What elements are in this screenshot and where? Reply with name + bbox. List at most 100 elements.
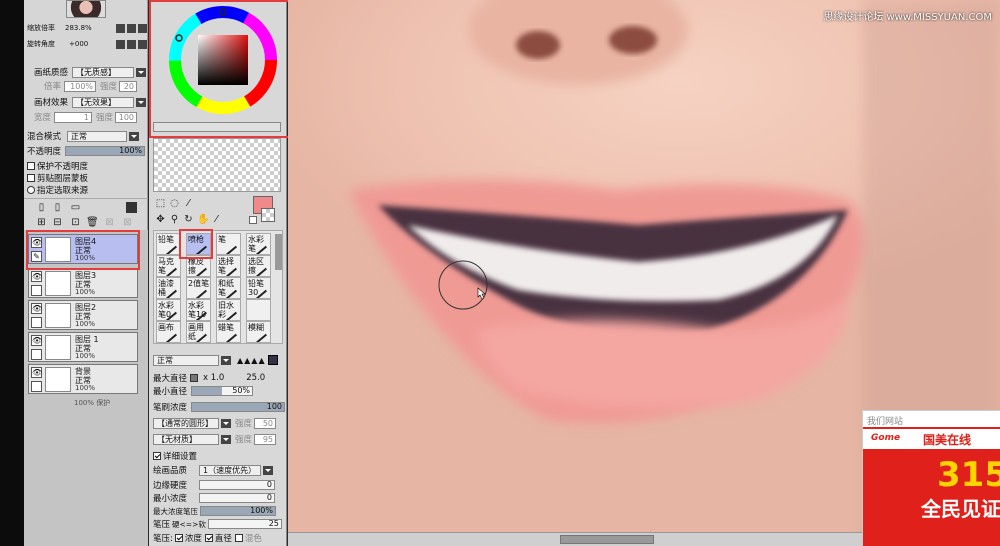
draw-mode-dropdown[interactable]: 正常 bbox=[153, 354, 219, 366]
layer-mask-icon[interactable] bbox=[126, 202, 137, 213]
selection-source-radio[interactable] bbox=[27, 186, 35, 194]
lock-box[interactable] bbox=[31, 349, 42, 360]
layer-option-icon[interactable]: ⊠ bbox=[104, 217, 115, 228]
brush-slot[interactable]: 铅笔 bbox=[156, 233, 181, 255]
density-slider[interactable]: 100 bbox=[191, 402, 286, 412]
min-size-slider[interactable]: 50% bbox=[191, 386, 254, 396]
detail-settings-row[interactable]: 详细设置 bbox=[153, 450, 286, 462]
brush-shape-presets[interactable]: ▲▲▲▲ bbox=[237, 356, 266, 365]
color-swatch-area[interactable] bbox=[153, 138, 281, 192]
layer-item[interactable]: 👁 背景 正常 100% bbox=[28, 364, 138, 394]
blend-mode-dropdown-button[interactable] bbox=[129, 131, 140, 141]
layer-option2-icon[interactable]: ⊠ bbox=[122, 217, 133, 228]
eye-icon[interactable]: 👁 bbox=[31, 335, 42, 346]
protect-opacity-row[interactable]: 保护不透明度 bbox=[27, 160, 147, 172]
layer-item[interactable]: 👁 图层 1 正常 100% bbox=[28, 332, 138, 362]
eye-icon[interactable]: 👁 bbox=[31, 271, 42, 282]
ad-banner[interactable]: 我们网站 Gome 国美在线 315 全民见证 bbox=[862, 410, 1000, 546]
brush-shape-square[interactable] bbox=[267, 355, 278, 365]
texture-strength-field[interactable]: 95 bbox=[254, 433, 277, 445]
edge-hardness-slider[interactable]: 0 bbox=[199, 480, 276, 490]
brush-slot[interactable]: 油漆桶 bbox=[156, 277, 181, 299]
lock-box[interactable] bbox=[31, 317, 42, 328]
drawing-canvas[interactable]: 思缘设计论坛 www.MISSYUAN.COM 我们网站 Gome 国美在线 3… bbox=[288, 0, 1000, 546]
rotate-reset-button[interactable] bbox=[138, 40, 147, 49]
zoom-reset-button[interactable] bbox=[138, 24, 147, 33]
brush-slot[interactable]: 选择笔 bbox=[216, 255, 241, 277]
blend-mode-dropdown[interactable]: 正常 bbox=[67, 130, 128, 142]
brush-slot[interactable]: 模糊 bbox=[246, 321, 271, 343]
pen-density-checkbox[interactable] bbox=[174, 534, 183, 542]
pen-icon[interactable]: ✎ bbox=[31, 251, 42, 262]
max-density-pressure-slider[interactable]: 100% bbox=[200, 506, 276, 516]
max-size-value[interactable]: 25.0 bbox=[246, 373, 265, 383]
rotate-right-button[interactable] bbox=[127, 40, 136, 49]
effect-strength-field[interactable]: 100 bbox=[115, 111, 138, 123]
brush-slot[interactable]: 旧水彩 bbox=[216, 299, 241, 321]
rotate-left-button[interactable] bbox=[116, 40, 125, 49]
zoom-in-button[interactable] bbox=[127, 24, 136, 33]
background-color-swatch[interactable] bbox=[261, 208, 275, 222]
effect-width-field[interactable]: 1 bbox=[54, 111, 93, 123]
selection-source-row[interactable]: 指定选取来源 bbox=[27, 184, 147, 196]
eyedropper-icon[interactable]: ⁄ bbox=[211, 214, 222, 225]
eye-icon[interactable]: 👁 bbox=[31, 367, 42, 378]
brush-slot[interactable]: 笔 bbox=[216, 233, 241, 255]
rotate-value[interactable]: +000 bbox=[69, 40, 88, 48]
texture-scale-field[interactable]: 100% bbox=[64, 80, 97, 92]
swap-colors-icon[interactable] bbox=[249, 216, 257, 224]
brush-slot[interactable]: 选区擦 bbox=[246, 255, 271, 277]
shape-strength-field[interactable]: 50 bbox=[254, 417, 277, 429]
new-linework-layer-icon[interactable]: ▯ bbox=[52, 202, 63, 213]
color-wheel[interactable] bbox=[167, 4, 279, 116]
layer-item[interactable]: 👁 图层2 正常 100% bbox=[28, 300, 138, 330]
brush-texture-dropdown-button[interactable] bbox=[221, 434, 231, 444]
quality-dropdown-button[interactable] bbox=[263, 465, 274, 475]
draw-mode-dropdown-button[interactable] bbox=[221, 355, 231, 365]
clip-group-row[interactable]: 剪贴图层蒙板 bbox=[27, 172, 147, 184]
max-size-checkbox[interactable] bbox=[190, 374, 199, 382]
hand-tool-icon[interactable]: ✋ bbox=[197, 214, 209, 225]
transfer-down-icon[interactable]: ⊞ bbox=[36, 217, 47, 228]
eye-icon[interactable]: 👁 bbox=[31, 237, 42, 248]
pressure-hard-slider[interactable]: 25 bbox=[207, 519, 282, 529]
brush-slot[interactable]: 和纸笔 bbox=[216, 277, 241, 299]
lock-box[interactable] bbox=[31, 381, 42, 392]
pen-blend-checkbox[interactable] bbox=[234, 534, 243, 542]
brush-slot[interactable]: 画布 bbox=[156, 321, 181, 343]
brush-slot[interactable]: 铅笔30 bbox=[246, 277, 271, 299]
paper-effect-dropdown-button[interactable] bbox=[136, 97, 147, 107]
pen-size-checkbox[interactable] bbox=[204, 534, 213, 542]
merge-down-icon[interactable]: ⊟ bbox=[52, 217, 63, 228]
quality-dropdown[interactable]: 1（速度优先） bbox=[199, 464, 262, 476]
paper-effect-dropdown[interactable]: 【无效果】 bbox=[72, 96, 135, 108]
brush-slot[interactable]: 水彩笔 bbox=[246, 233, 271, 255]
lock-box[interactable] bbox=[31, 285, 42, 296]
eye-icon[interactable]: 👁 bbox=[31, 303, 42, 314]
clear-layer-icon[interactable]: ⊡ bbox=[70, 217, 81, 228]
clip-group-checkbox[interactable] bbox=[27, 174, 35, 182]
paper-texture-dropdown[interactable]: 【无质感】 bbox=[72, 66, 135, 78]
brush-slot[interactable]: 橡皮擦 bbox=[186, 255, 211, 277]
layer-item[interactable]: 👁 ✎ 图层4 正常 100% bbox=[28, 234, 138, 264]
rotate-tool-icon[interactable]: ↻ bbox=[183, 214, 194, 225]
brush-shape-dropdown[interactable]: 【通常的圆形】 bbox=[153, 417, 219, 429]
zoom-tool-icon[interactable]: ⚲ bbox=[169, 214, 180, 225]
brush-slot[interactable]: 水彩笔0 bbox=[156, 299, 181, 321]
min-density-slider[interactable]: 0 bbox=[199, 493, 276, 503]
color-mixer-bar[interactable] bbox=[153, 122, 281, 132]
detail-settings-checkbox[interactable] bbox=[153, 452, 161, 460]
zoom-value[interactable]: 283.8% bbox=[65, 24, 92, 32]
opacity-slider[interactable]: 100% bbox=[65, 146, 146, 156]
paper-texture-dropdown-button[interactable] bbox=[136, 67, 147, 77]
brush-slot[interactable]: 水彩笔10 bbox=[186, 299, 211, 321]
new-layer-icon[interactable]: ▯ bbox=[36, 202, 47, 213]
layer-item[interactable]: 👁 图层3 正常 100% bbox=[28, 268, 138, 298]
zoom-out-button[interactable] bbox=[116, 24, 125, 33]
brush-slot[interactable]: 画用纸 bbox=[186, 321, 211, 343]
scrollbar-thumb[interactable] bbox=[560, 535, 654, 544]
magic-wand-icon[interactable]: ⁄ bbox=[183, 198, 194, 209]
brush-slot[interactable]: 2值笔 bbox=[186, 277, 211, 299]
brush-shape-dropdown-button[interactable] bbox=[221, 418, 231, 428]
texture-strength-field[interactable]: 20 bbox=[119, 80, 138, 92]
